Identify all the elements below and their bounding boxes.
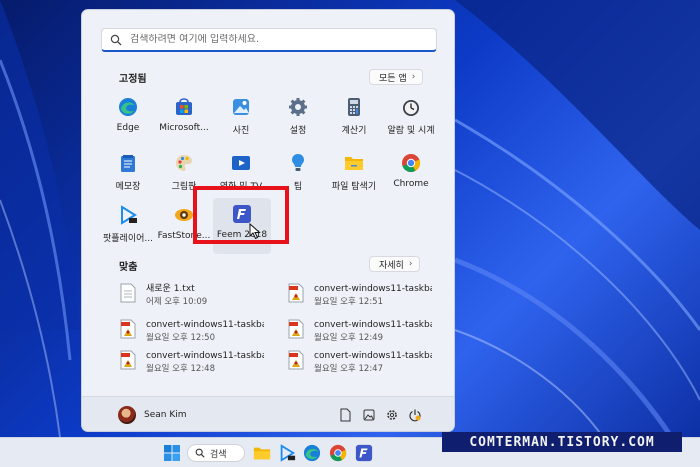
notepad-icon xyxy=(121,155,135,172)
paint-icon xyxy=(176,155,192,171)
recommended-name: convert-windows11-taskbar... xyxy=(314,284,432,294)
alarm-clock-icon xyxy=(403,100,419,116)
image-file-icon xyxy=(120,319,136,339)
recommended-time: 월요일 오후 12:50 xyxy=(146,333,215,343)
recommended-time: 월요일 오후 12:48 xyxy=(146,364,215,374)
feem-icon[interactable] xyxy=(355,444,373,462)
documents-icon[interactable] xyxy=(338,408,352,422)
microsoft-store-icon xyxy=(176,98,192,115)
search-input[interactable] xyxy=(130,34,420,45)
app-label: 팟플레이어... xyxy=(103,234,153,244)
app-label: 사진 xyxy=(232,126,250,136)
all-apps-button[interactable]: 모든 앱 › xyxy=(369,69,424,85)
recommended-title: 맞춤 xyxy=(119,262,138,273)
avatar xyxy=(118,406,136,424)
potplayer-icon xyxy=(121,205,137,225)
chevron-right-icon: › xyxy=(408,259,413,269)
recommended-name: convert-windows11-taskbar... xyxy=(146,351,264,361)
pinned-app-photos[interactable]: 사진 xyxy=(212,95,270,147)
search-box[interactable] xyxy=(101,28,437,52)
recommended-name: convert-windows11-taskbar... xyxy=(146,320,264,330)
image-file-icon xyxy=(120,350,136,370)
taskbar-search-button[interactable]: 검색 xyxy=(187,444,245,462)
highlight-box xyxy=(193,186,289,244)
pictures-icon[interactable] xyxy=(362,408,376,422)
settings-gear-icon xyxy=(289,98,307,116)
recommended-item[interactable]: convert-windows11-taskbar... 월요일 오후 12:4… xyxy=(288,350,448,376)
image-file-icon xyxy=(288,283,304,303)
recommended-name: convert-windows11-taskbar... xyxy=(314,351,432,361)
app-label: 메모장 xyxy=(115,182,141,192)
movies-tv-icon xyxy=(232,156,250,170)
pinned-app-edge[interactable]: Edge xyxy=(99,95,157,147)
file-explorer-icon xyxy=(345,157,363,170)
user-name: Sean Kim xyxy=(144,410,187,420)
pinned-app-chrome[interactable]: Chrome xyxy=(382,151,440,203)
recommended-item[interactable]: convert-windows11-taskbar... 월요일 오후 12:5… xyxy=(120,319,280,345)
app-label: Chrome xyxy=(393,179,429,189)
potplayer-icon[interactable] xyxy=(278,444,296,462)
pinned-app-microsoft-store[interactable]: Microsoft... xyxy=(155,95,213,147)
image-file-icon xyxy=(288,319,304,339)
start-footer: Sean Kim xyxy=(82,396,454,431)
edge-icon[interactable] xyxy=(303,444,321,462)
app-label: 파일 탐색기 xyxy=(331,182,377,192)
calculator-icon xyxy=(348,98,360,116)
recommended-item[interactable]: convert-windows11-taskbar... 월요일 오후 12:4… xyxy=(288,319,448,345)
app-label: 계산기 xyxy=(341,126,367,136)
recommended-name: convert-windows11-taskbar... xyxy=(314,320,432,330)
taskbar-search-label: 검색 xyxy=(210,449,227,460)
chevron-right-icon: › xyxy=(411,72,416,82)
tips-icon xyxy=(292,154,304,171)
pinned-title: 고정됨 xyxy=(119,74,147,85)
more-button[interactable]: 자세히 › xyxy=(369,256,421,272)
photos-icon xyxy=(233,99,249,115)
app-label: Edge xyxy=(116,123,140,133)
app-label: Microsoft... xyxy=(159,123,209,133)
pinned-app-file-explorer[interactable]: 파일 탐색기 xyxy=(325,151,383,203)
recommended-time: 어제 오후 10:09 xyxy=(146,297,208,307)
recommended-time: 월요일 오후 12:47 xyxy=(314,364,383,374)
watermark-text: COMTERMAN.TISTORY.COM xyxy=(442,432,682,452)
file-explorer-icon[interactable] xyxy=(253,444,271,462)
pinned-app-settings[interactable]: 설정 xyxy=(269,95,327,147)
power-icon[interactable] xyxy=(408,408,422,422)
all-apps-label: 모든 앱 xyxy=(379,73,407,84)
recommended-item[interactable]: 새로운 1.txt 어제 오후 10:09 xyxy=(120,283,280,309)
search-icon xyxy=(195,448,205,458)
search-icon xyxy=(110,34,122,45)
recommended-item[interactable]: convert-windows11-taskbar... 월요일 오후 12:5… xyxy=(288,283,448,309)
app-label: 알람 및 시계 xyxy=(387,126,435,136)
chrome-icon xyxy=(402,154,421,173)
user-account-button[interactable]: Sean Kim xyxy=(118,406,187,424)
settings-icon[interactable] xyxy=(385,408,399,422)
recommended-time: 월요일 오후 12:49 xyxy=(314,333,383,343)
app-label: 설정 xyxy=(289,126,307,136)
pinned-app-notepad[interactable]: 메모장 xyxy=(99,151,157,203)
windows-start-icon[interactable] xyxy=(163,444,181,462)
app-label: 팁 xyxy=(293,182,303,192)
text-file-icon xyxy=(120,283,136,303)
more-label: 자세히 xyxy=(379,260,404,271)
mouse-pointer-icon xyxy=(249,223,261,240)
pinned-app-potplayer[interactable]: 팟플레이어... xyxy=(99,203,157,255)
recommended-item[interactable]: convert-windows11-taskbar... 월요일 오후 12:4… xyxy=(120,350,280,376)
recommended-time: 월요일 오후 12:51 xyxy=(314,297,383,307)
chrome-icon[interactable] xyxy=(329,444,347,462)
recommended-name: 새로운 1.txt xyxy=(146,284,195,294)
pinned-app-alarms-clock[interactable]: 알람 및 시계 xyxy=(382,95,440,147)
image-file-icon xyxy=(288,350,304,370)
pinned-app-calculator[interactable]: 계산기 xyxy=(325,95,383,147)
edge-icon xyxy=(119,98,137,116)
faststone-icon xyxy=(175,209,193,221)
